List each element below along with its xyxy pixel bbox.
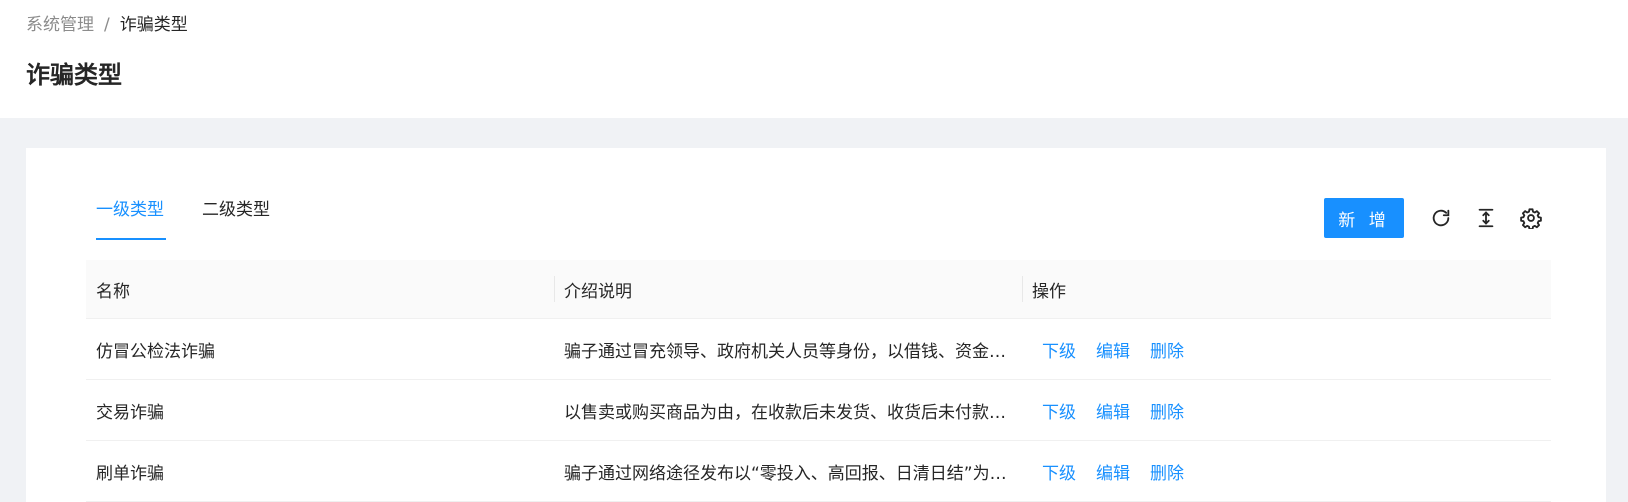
cell-actions: 下级 编辑 删除 bbox=[1022, 440, 1551, 502]
tab-level-two[interactable]: 二级类型 bbox=[202, 198, 270, 222]
breadcrumb-separator: / bbox=[104, 15, 110, 35]
tab-level-one[interactable]: 一级类型 bbox=[96, 198, 164, 222]
cell-actions: 下级 编辑 删除 bbox=[1022, 379, 1551, 441]
column-height-icon[interactable] bbox=[1473, 205, 1499, 231]
delete-link[interactable]: 删除 bbox=[1150, 337, 1184, 362]
sub-level-link[interactable]: 下级 bbox=[1042, 459, 1076, 484]
sub-level-link[interactable]: 下级 bbox=[1042, 398, 1076, 423]
table-row: 刷单诈骗 骗子通过网络途径发布以“零投入、高回报、日清日结”为噱… 下级 编辑 … bbox=[86, 440, 1551, 502]
table-row: 仿冒公检法诈骗 骗子通过冒充领导、政府机关人员等身份，以借钱、资金… 下级 编辑… bbox=[86, 318, 1551, 380]
toolbar: 新 增 bbox=[1324, 198, 1544, 238]
cell-description: 以售卖或购买商品为由，在收款后未发货、收货后未付款… bbox=[554, 379, 1022, 441]
cell-name: 刷单诈骗 bbox=[86, 440, 554, 502]
cell-description: 骗子通过网络途径发布以“零投入、高回报、日清日结”为噱… bbox=[554, 440, 1022, 502]
column-header-name: 名称 bbox=[86, 260, 554, 319]
breadcrumb: 系统管理 / 诈骗类型 bbox=[26, 13, 188, 37]
delete-link[interactable]: 删除 bbox=[1150, 398, 1184, 423]
add-button[interactable]: 新 增 bbox=[1324, 198, 1404, 238]
edit-link[interactable]: 编辑 bbox=[1096, 398, 1130, 423]
column-header-description: 介绍说明 bbox=[554, 260, 1022, 319]
reload-icon[interactable] bbox=[1428, 205, 1454, 231]
column-header-actions: 操作 bbox=[1022, 260, 1551, 319]
cell-description: 骗子通过冒充领导、政府机关人员等身份，以借钱、资金… bbox=[554, 318, 1022, 380]
delete-link[interactable]: 删除 bbox=[1150, 459, 1184, 484]
content-card: 一级类型 二级类型 新 增 名称 介绍说明 操作 仿冒公检法诈骗 骗子通过冒充领… bbox=[26, 148, 1606, 502]
table-header-row: 名称 介绍说明 操作 bbox=[86, 260, 1551, 319]
page-header: 系统管理 / 诈骗类型 诈骗类型 bbox=[0, 0, 1628, 118]
fraud-type-table: 名称 介绍说明 操作 仿冒公检法诈骗 骗子通过冒充领导、政府机关人员等身份，以借… bbox=[86, 260, 1551, 502]
tab-active-indicator bbox=[96, 238, 166, 240]
table-row: 交易诈骗 以售卖或购买商品为由，在收款后未发货、收货后未付款… 下级 编辑 删除 bbox=[86, 379, 1551, 441]
edit-link[interactable]: 编辑 bbox=[1096, 459, 1130, 484]
cell-name: 交易诈骗 bbox=[86, 379, 554, 441]
breadcrumb-item-current: 诈骗类型 bbox=[119, 15, 188, 35]
cell-actions: 下级 编辑 删除 bbox=[1022, 318, 1551, 380]
page-title: 诈骗类型 bbox=[26, 61, 122, 89]
breadcrumb-item-system[interactable]: 系统管理 bbox=[26, 13, 94, 37]
setting-icon[interactable] bbox=[1518, 205, 1544, 231]
edit-link[interactable]: 编辑 bbox=[1096, 337, 1130, 362]
cell-name: 仿冒公检法诈骗 bbox=[86, 318, 554, 380]
sub-level-link[interactable]: 下级 bbox=[1042, 337, 1076, 362]
